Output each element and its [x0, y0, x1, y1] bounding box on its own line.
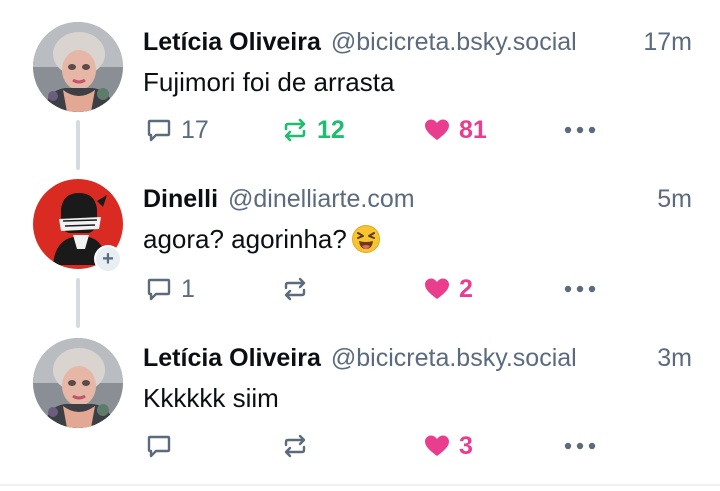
author-name[interactable]: Dinelli [143, 185, 218, 214]
more-horizontal-icon [564, 442, 596, 450]
plus-icon: + [96, 247, 120, 271]
reply-count: 17 [181, 115, 209, 144]
author-name[interactable]: Letícia Oliveira [143, 344, 321, 373]
heart-filled-icon [425, 119, 449, 140]
reply-button[interactable]: 1 [145, 271, 195, 307]
reply-icon [147, 435, 171, 458]
post-actions: 1 2 [143, 271, 623, 307]
post[interactable]: Letícia Oliveira @bicicreta.bsky.social … [0, 325, 720, 485]
avatar[interactable] [33, 338, 123, 428]
post-timestamp[interactable]: 17m [643, 28, 692, 57]
reply-button[interactable]: 17 [145, 112, 209, 148]
repost-icon [284, 118, 306, 142]
more-horizontal-icon [564, 285, 596, 293]
post-actions: 17 12 81 [143, 112, 623, 148]
repost-count: 12 [317, 115, 345, 144]
repost-icon [284, 434, 306, 458]
post-text-row: agora? agorinha? [143, 224, 381, 255]
repost-button[interactable] [281, 428, 317, 464]
follow-button[interactable]: + [94, 245, 122, 273]
repost-button[interactable]: 12 [281, 112, 345, 148]
reply-icon [147, 119, 171, 142]
post-actions: 3 [143, 428, 623, 464]
post[interactable]: Letícia Oliveira @bicicreta.bsky.social … [0, 0, 720, 165]
divider [0, 484, 720, 486]
heart-filled-icon [425, 435, 449, 456]
more-options-button[interactable] [563, 428, 597, 464]
author-handle[interactable]: @bicicreta.bsky.social [331, 28, 577, 57]
more-options-button[interactable] [563, 112, 597, 148]
avatar[interactable] [33, 22, 123, 112]
author-handle[interactable]: @bicicreta.bsky.social [331, 344, 577, 373]
repost-button[interactable] [281, 271, 317, 307]
author-name[interactable]: Letícia Oliveira [143, 28, 321, 57]
like-count: 3 [459, 431, 473, 460]
post-text: agora? agorinha? [143, 224, 347, 254]
author-handle[interactable]: @dinelliarte.com [228, 185, 415, 214]
like-button[interactable]: 2 [423, 271, 473, 307]
post-timestamp[interactable]: 3m [657, 344, 692, 373]
more-horizontal-icon [564, 126, 596, 134]
like-count: 81 [459, 115, 487, 144]
reply-button[interactable] [145, 428, 181, 464]
post-text: Fujimori foi de arrasta [143, 67, 395, 97]
post[interactable]: + Dinelli @dinelliarte.com 5m agora? ago… [0, 165, 720, 325]
like-button[interactable]: 3 [423, 428, 473, 464]
reply-icon [147, 278, 171, 301]
more-options-button[interactable] [563, 271, 597, 307]
like-button[interactable]: 81 [423, 112, 487, 148]
reply-count: 1 [181, 274, 195, 303]
heart-filled-icon [425, 278, 449, 299]
repost-icon [284, 277, 306, 301]
post-timestamp[interactable]: 5m [657, 185, 692, 214]
post-text: Kkkkkk siim [143, 383, 279, 413]
laughing-squinting-face-icon [351, 225, 380, 253]
like-count: 2 [459, 274, 473, 303]
